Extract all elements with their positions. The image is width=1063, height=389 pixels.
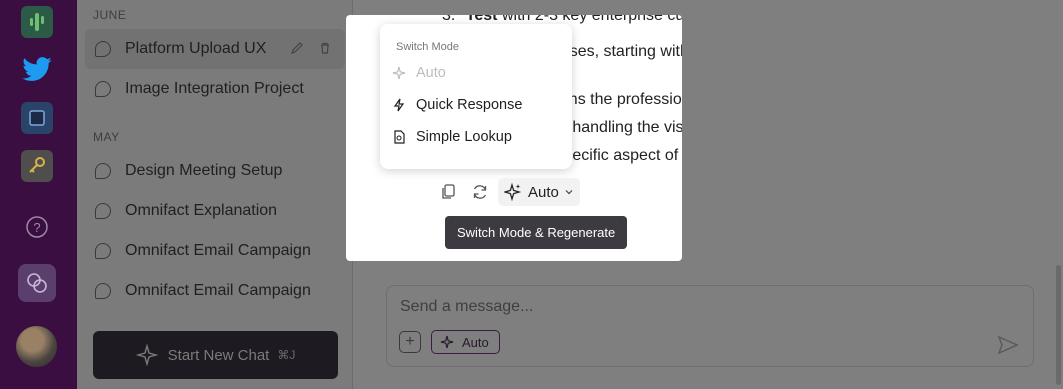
trash-icon[interactable] <box>318 41 332 55</box>
sparkle-icon <box>135 344 158 366</box>
key-app-icon[interactable] <box>21 150 53 182</box>
send-icon[interactable] <box>997 334 1019 356</box>
section-label-may: MAY <box>93 130 120 144</box>
twitter-icon[interactable] <box>21 54 53 86</box>
cactus-app-icon[interactable] <box>21 6 53 38</box>
sparkle-icon <box>440 335 454 349</box>
chat-bubble-icon <box>95 203 111 219</box>
chip-app-icon[interactable] <box>21 102 53 134</box>
highlighted-region: 3. Test with 2-3 key enterprise customer… <box>346 15 682 261</box>
user-avatar[interactable] <box>16 326 57 367</box>
omnifact-icon[interactable] <box>18 264 56 302</box>
chat-item-label: Platform Upload UX <box>125 40 267 57</box>
composer-mode-button[interactable]: Auto <box>431 330 500 354</box>
chat-bubble-icon <box>95 243 111 259</box>
document-search-icon <box>392 130 406 144</box>
message-toolbar: Auto <box>434 178 580 206</box>
chat-item-label: Design Meeting Setup <box>125 162 283 179</box>
mode-option-label: Simple Lookup <box>416 129 512 145</box>
edit-icon[interactable] <box>290 41 304 55</box>
list-text: with 2-3 key enterprise customers <box>501 15 682 24</box>
add-attachment-button[interactable]: + <box>399 331 421 353</box>
chat-bubble-icon <box>95 283 111 299</box>
chat-item-label: Image Integration Project <box>125 80 304 97</box>
copy-icon <box>442 184 455 199</box>
sparkle-icon <box>504 183 522 201</box>
app-rail: ? <box>0 0 77 389</box>
start-new-chat-button[interactable]: Start New Chat ⌘J <box>93 331 338 379</box>
sparkle-icon <box>392 66 406 80</box>
mode-option-auto[interactable]: Auto <box>392 59 446 87</box>
chat-item[interactable]: Omnifact Email Campaign <box>85 271 345 311</box>
switch-mode-button[interactable]: Auto <box>498 178 580 206</box>
composer-mode-label: Auto <box>462 334 489 350</box>
mode-menu-title: Switch Mode <box>396 41 459 53</box>
scrollbar[interactable] <box>1056 265 1061 385</box>
list-bold-text: Test <box>465 15 498 24</box>
mode-option-label: Quick Response <box>416 97 523 113</box>
chat-item[interactable]: Omnifact Email Campaign <box>85 231 345 271</box>
help-icon[interactable]: ? <box>21 211 53 243</box>
message-input[interactable]: Send a message... <box>400 298 533 316</box>
chat-item-label: Omnifact Explanation <box>125 202 278 219</box>
list-number: 3. <box>442 15 456 24</box>
tooltip: Switch Mode & Regenerate <box>445 216 628 249</box>
chat-item[interactable]: Design Meeting Setup <box>85 151 345 191</box>
regenerate-button[interactable] <box>466 179 494 205</box>
start-new-chat-label: Start New Chat <box>167 346 270 364</box>
lightning-icon <box>392 98 406 112</box>
shortcut-hint: ⌘J <box>277 348 296 362</box>
chat-bubble-icon <box>95 163 111 179</box>
switch-mode-label: Auto <box>528 183 559 201</box>
chat-bubble-icon <box>95 81 111 97</box>
copy-button[interactable] <box>434 179 462 205</box>
chat-item[interactable]: Image Integration Project <box>85 69 345 109</box>
chat-item[interactable]: Platform Upload UX <box>85 29 345 69</box>
chat-item-label: Omnifact Email Campaign <box>125 282 311 299</box>
svg-text:?: ? <box>33 220 40 235</box>
chevron-down-icon <box>565 190 573 195</box>
mode-option-label: Auto <box>416 65 446 81</box>
chat-history-sidebar: JUNE Platform Upload UX Image Integratio… <box>77 0 353 389</box>
chat-item[interactable]: Omnifact Explanation <box>85 191 345 231</box>
message-composer[interactable]: Send a message... + Auto <box>386 285 1034 367</box>
section-label-june: JUNE <box>93 8 127 22</box>
mode-menu: Switch Mode Auto Quick Response Simple L… <box>380 24 572 169</box>
mode-option-quick-response[interactable]: Quick Response <box>392 91 522 119</box>
chat-bubble-icon <box>95 41 111 57</box>
mode-option-simple-lookup[interactable]: Simple Lookup <box>392 123 512 151</box>
chat-item-label: Omnifact Email Campaign <box>125 242 311 259</box>
refresh-icon <box>473 185 487 199</box>
